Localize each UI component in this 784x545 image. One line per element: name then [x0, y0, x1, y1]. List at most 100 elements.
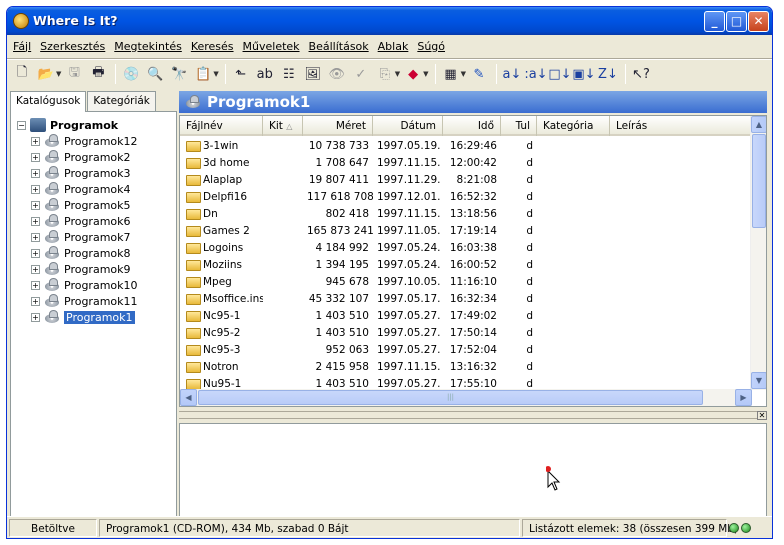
column-description[interactable]: Leírás [610, 116, 752, 136]
close-detail-icon[interactable]: ✕ [757, 411, 767, 420]
column-tul[interactable]: Tul [501, 116, 537, 136]
tree-item[interactable]: + Programok4 [31, 181, 131, 197]
menu-window[interactable]: Ablak [378, 40, 409, 53]
report-icon[interactable]: 📋 [192, 63, 214, 85]
find-next-icon[interactable]: 🔭 [168, 63, 190, 85]
scroll-up-icon[interactable]: ▲ [751, 116, 766, 133]
edit-icon[interactable]: ✎ [468, 63, 490, 85]
tab-catalogs[interactable]: Katalógusok [10, 91, 87, 112]
tree-item[interactable]: + Programok11 [31, 293, 138, 309]
scan-disk-icon[interactable]: 💿 [120, 63, 142, 85]
color-dropdown-icon[interactable]: ▼ [423, 70, 428, 78]
tree-item[interactable]: + Programok6 [31, 213, 131, 229]
table-row[interactable]: Moziins 1 394 195 1997.05.24. 16:00:52 d [180, 257, 537, 274]
tab-categories[interactable]: Kategóriák [87, 91, 156, 111]
report-dropdown-icon[interactable]: ▼ [213, 70, 218, 78]
catalog-tree[interactable]: − Programok + Programok12 + Programok2 + Prog… [10, 111, 177, 517]
properties-icon[interactable]: ☷ [278, 63, 300, 85]
pane-splitter[interactable] [179, 411, 767, 419]
column-kit[interactable]: Kit △ [263, 116, 303, 136]
tree-item[interactable]: + Programok7 [31, 229, 131, 245]
view-icon[interactable]: 🖼 [302, 63, 324, 85]
horizontal-scroll-thumb[interactable]: ||| [198, 390, 703, 405]
column-category[interactable]: Kategória [537, 116, 610, 136]
expand-icon[interactable]: + [31, 280, 40, 290]
vertical-scroll-thumb[interactable] [752, 134, 766, 228]
columns-icon[interactable]: ▦ [440, 63, 462, 85]
scroll-down-icon[interactable]: ▼ [751, 372, 766, 389]
expand-icon[interactable]: + [31, 136, 40, 146]
print-icon[interactable]: 🖶 [87, 63, 109, 85]
tree-item[interactable]: + Programok8 [31, 245, 131, 261]
copy-dropdown-icon[interactable]: ▼ [395, 70, 400, 78]
tree-item[interactable]: + Programok5 [31, 197, 131, 213]
open-icon[interactable]: 📂 [35, 63, 57, 85]
menu-file[interactable]: Fájl [13, 40, 31, 53]
save-icon[interactable]: 🖫 [63, 63, 85, 85]
column-time[interactable]: Idő [443, 116, 501, 136]
expand-icon[interactable]: + [31, 216, 40, 226]
table-row[interactable]: Alaplap 19 807 411 1997.11.29. 8:21:08 d [180, 172, 537, 189]
table-row[interactable]: 3d home 1 708 647 1997.11.15. 12:00:42 d [180, 155, 537, 172]
expand-icon[interactable]: + [31, 184, 40, 194]
horizontal-scrollbar[interactable]: ◀ ||| ▶ [180, 389, 752, 406]
open-dropdown-icon[interactable]: ▼ [56, 70, 61, 78]
table-row[interactable]: Dn 802 418 1997.11.15. 13:18:56 d [180, 206, 537, 223]
rename-icon[interactable]: ab [254, 63, 276, 85]
maximize-button[interactable]: □ [726, 11, 747, 32]
table-row[interactable]: Nc95-3 952 063 1997.05.27. 17:52:04 d [180, 342, 537, 359]
column-size[interactable]: Méret [303, 116, 373, 136]
visibility-icon[interactable]: 👁 [326, 63, 348, 85]
expand-icon[interactable]: + [31, 152, 40, 162]
color-icon[interactable]: ◆ [402, 63, 424, 85]
menu-settings[interactable]: Beállítások [309, 40, 369, 53]
tree-item[interactable]: + Programok10 [31, 277, 138, 293]
table-row[interactable]: Logoins 4 184 992 1997.05.24. 16:03:38 d [180, 240, 537, 257]
find-icon[interactable]: 🔍 [144, 63, 166, 85]
sort-name-icon[interactable]: a↓ [501, 63, 523, 85]
vertical-scrollbar[interactable]: ▲ ▼ [750, 116, 766, 390]
column-name[interactable]: Fájlnév [180, 116, 263, 136]
sort-size-icon[interactable]: □↓ [548, 63, 571, 85]
expand-icon[interactable]: + [31, 264, 40, 274]
expand-icon[interactable]: + [31, 232, 40, 242]
expand-icon[interactable]: + [31, 296, 40, 306]
sort-ext-icon[interactable]: :a↓ [524, 63, 547, 85]
title-bar[interactable]: Where Is It? _ □ ✕ [7, 7, 772, 35]
help-icon[interactable]: ↖? [630, 63, 652, 85]
table-row[interactable]: 3-1win 10 738 733 1997.05.19. 16:29:46 d [180, 138, 537, 155]
column-date[interactable]: Dátum [373, 116, 443, 136]
file-list[interactable]: Fájlnév Kit △ Méret Dátum Idő Tul Kategó… [179, 115, 767, 407]
scroll-left-icon[interactable]: ◀ [180, 389, 197, 406]
table-row[interactable]: Mpeg 945 678 1997.10.05. 11:16:10 d [180, 274, 537, 291]
tree-item[interactable]: + Programok12 [31, 133, 138, 149]
tree-item[interactable]: + Programok2 [31, 149, 131, 165]
tree-item[interactable]: + Programok9 [31, 261, 131, 277]
menu-help[interactable]: Súgó [417, 40, 445, 53]
table-row[interactable]: Delpfi16 117 618 708 1997.12.01. 16:52:32 d [180, 189, 537, 206]
table-row[interactable]: Games 2 165 873 241 1997.11.05. 17:19:14 d [180, 223, 537, 240]
sort-desc-icon[interactable]: Z↓ [597, 63, 619, 85]
minimize-button[interactable]: _ [704, 11, 725, 32]
tree-root[interactable]: − Programok [17, 117, 118, 133]
close-button[interactable]: ✕ [748, 11, 769, 32]
table-row[interactable]: Msoffice.ins 45 332 107 1997.05.17. 16:32:3… [180, 291, 537, 308]
check-icon[interactable]: ✓ [350, 63, 372, 85]
menu-operations[interactable]: Műveletek [243, 40, 300, 53]
table-row[interactable]: Notron 2 415 958 1997.11.15. 13:16:32 d [180, 359, 537, 376]
tree-item[interactable]: + Programok3 [31, 165, 131, 181]
collapse-icon[interactable]: − [17, 120, 26, 130]
new-icon[interactable]: 🗋 [11, 63, 33, 85]
expand-icon[interactable]: + [31, 200, 40, 210]
sort-date-icon[interactable]: ▣↓ [572, 63, 595, 85]
expand-icon[interactable]: + [31, 168, 40, 178]
tree-item[interactable]: + Programok1 [31, 309, 136, 325]
menu-search[interactable]: Keresés [191, 40, 234, 53]
copy-icon[interactable]: ⎘ [374, 63, 396, 85]
expand-icon[interactable]: + [31, 312, 40, 322]
menu-view[interactable]: Megtekintés [114, 40, 182, 53]
table-row[interactable]: Nc95-2 1 403 510 1997.05.27. 17:50:14 d [180, 325, 537, 342]
table-row[interactable]: Nc95-1 1 403 510 1997.05.27. 17:49:02 d [180, 308, 537, 325]
expand-icon[interactable]: + [31, 248, 40, 258]
up-folder-icon[interactable]: ⬑ [230, 63, 252, 85]
